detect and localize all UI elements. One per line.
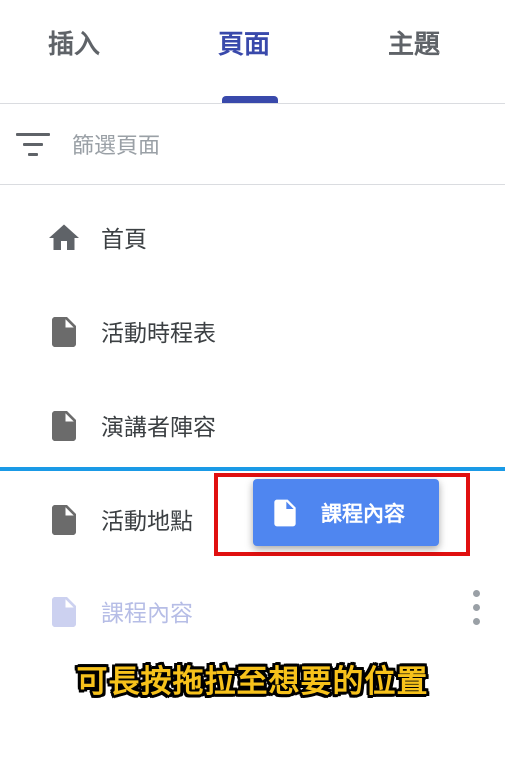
filter-row <box>0 104 505 185</box>
page-item-schedule[interactable]: 活動時程表 <box>0 286 505 378</box>
annotation-caption: 可長按拖拉至想要的位置 <box>76 664 429 700</box>
tab-pages[interactable]: 頁面 <box>218 24 270 64</box>
dragged-page-chip[interactable]: 課程內容 <box>253 479 439 546</box>
page-item-home[interactable]: 首頁 <box>0 192 505 284</box>
page-icon <box>274 499 296 527</box>
page-icon <box>52 505 76 535</box>
dragged-page-label: 課程內容 <box>321 502 405 526</box>
page-icon <box>52 317 76 347</box>
filter-pages-input[interactable] <box>72 128 432 164</box>
page-icon <box>52 411 76 441</box>
page-item-label: 演講者陣容 <box>101 415 216 441</box>
page-item-label: 活動時程表 <box>101 321 216 347</box>
tab-theme[interactable]: 主題 <box>388 24 440 64</box>
page-item-label: 首頁 <box>101 227 147 253</box>
page-item-label: 活動地點 <box>101 509 193 535</box>
filter-list-icon[interactable] <box>16 133 50 159</box>
page-item-label: 課程內容 <box>101 601 193 627</box>
home-icon <box>49 224 79 250</box>
active-tab-indicator <box>222 96 278 103</box>
more-vert-icon[interactable] <box>468 590 484 626</box>
page-item-course-placeholder[interactable]: 課程內容 <box>0 566 505 658</box>
top-tab-bar: 插入 頁面 主題 <box>0 0 505 104</box>
tab-insert[interactable]: 插入 <box>48 24 100 64</box>
drop-position-indicator <box>0 467 505 471</box>
page-icon <box>52 597 76 627</box>
page-item-speakers[interactable]: 演講者陣容 <box>0 380 505 472</box>
